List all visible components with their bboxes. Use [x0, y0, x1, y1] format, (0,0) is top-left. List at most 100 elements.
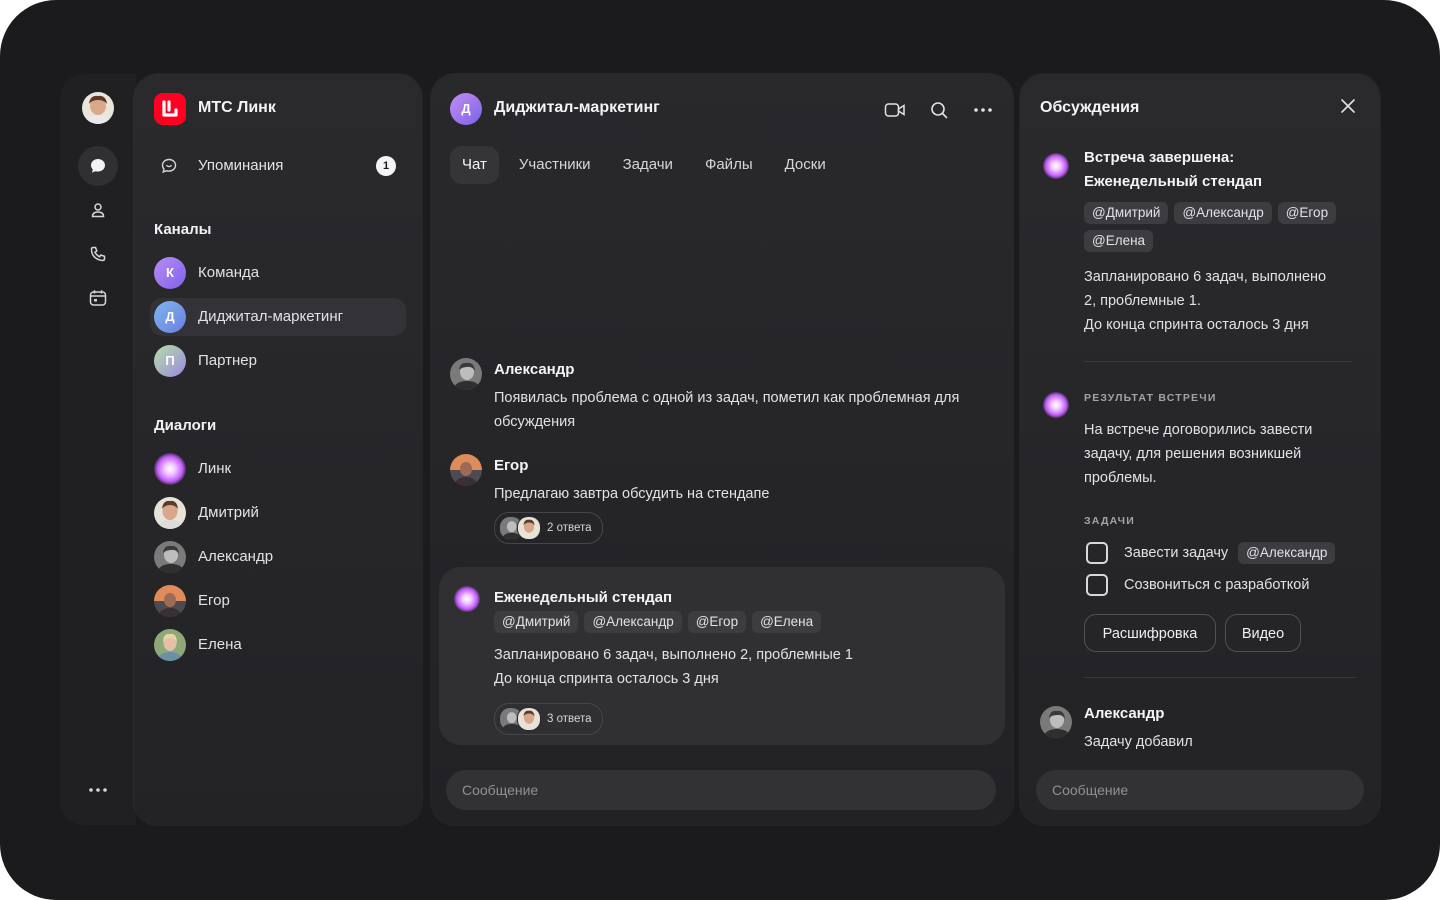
chat-header-actions — [883, 98, 995, 122]
thread-replies-button[interactable]: 3 ответа — [494, 703, 603, 735]
dialog-item-dmitry[interactable]: Дмитрий — [150, 494, 406, 532]
mention-tag[interactable]: @Дмитрий — [1084, 202, 1169, 224]
meeting-line-1: Запланировано 6 задач, выполнено 2, проб… — [494, 647, 853, 663]
more-horizontal-icon — [89, 788, 107, 792]
calendar-nav-button[interactable] — [78, 278, 118, 318]
chat-title: Диджитал-маркетинг — [494, 99, 660, 116]
app-window: МТС Линк Упоминания 1 Каналы К Команда Д… — [0, 0, 1440, 900]
calls-nav-button[interactable] — [78, 234, 118, 274]
channel-item-digital-marketing[interactable]: Д Диджитал-маркетинг — [150, 298, 406, 336]
dialog-item-alexander[interactable]: Александр — [150, 538, 406, 576]
reply-text: Задачу добавил — [1084, 734, 1193, 750]
tab-files[interactable]: Файлы — [693, 146, 765, 184]
result-line-2: задачу, для решения возникшей — [1084, 446, 1302, 462]
phone-icon — [90, 246, 106, 262]
meeting-summary-card[interactable]: Еженедельный стендап @Дмитрий @Александр… — [439, 567, 1005, 745]
mention-tag[interactable]: @Егор — [1277, 202, 1337, 224]
close-icon[interactable] — [1340, 98, 1356, 119]
channels-section-title: Каналы — [154, 221, 212, 238]
summary-line-1: Запланировано 6 задач, выполнено — [1084, 269, 1327, 285]
mentions-item[interactable]: Упоминания 1 — [150, 148, 406, 184]
task-item[interactable]: Завести задачу @Александр — [1084, 540, 1336, 566]
person-icon — [91, 203, 105, 218]
mts-logo-icon — [154, 93, 186, 125]
message-author: Александр — [494, 361, 575, 378]
chat-panel: Д Диджитал-маркетинг Чат Участники Задач… — [431, 74, 1013, 825]
mentions-count-badge: 1 — [376, 156, 396, 176]
avatar — [154, 541, 186, 573]
chat-bubble-icon — [91, 159, 105, 173]
summary-title-line-1: Встреча завершена: — [1084, 149, 1235, 166]
channel-avatar: Д — [154, 301, 186, 333]
mention-tag[interactable]: @Александр — [1238, 542, 1336, 564]
tab-chat[interactable]: Чат — [450, 146, 499, 184]
mention-tag[interactable]: @Егор — [687, 611, 747, 633]
replies-count: 3 ответа — [547, 713, 592, 725]
dialog-label: Дмитрий — [198, 504, 259, 521]
thread-replies-button[interactable]: 2 ответа — [494, 512, 603, 544]
channel-avatar: П — [154, 345, 186, 377]
link-orb-icon — [454, 586, 480, 612]
avatar — [154, 497, 186, 529]
app-name: МТС Линк — [198, 99, 276, 116]
result-line-1: На встрече договорились завести — [1084, 422, 1313, 438]
mentions-label: Упоминания — [198, 157, 284, 174]
more-horizontal-icon[interactable] — [971, 98, 995, 122]
link-orb-icon — [1043, 392, 1069, 418]
reply-avatars — [499, 707, 541, 731]
mention-tag[interactable]: @Елена — [752, 611, 822, 633]
task-label: Созвониться с разработкой — [1124, 577, 1310, 593]
user-avatar[interactable] — [82, 92, 114, 129]
task-checkbox[interactable] — [1086, 574, 1108, 596]
summary-participants: @Дмитрий @Александр @Егор @Елена — [1084, 202, 1364, 252]
chat-avatar: Д — [450, 93, 482, 125]
message-text: Появилась проблема с одной из задач, пом… — [494, 390, 960, 430]
discussions-title: Обсуждения — [1040, 99, 1140, 116]
dialog-label: Александр — [198, 548, 274, 565]
summary-line-3: До конца спринта осталось 3 дня — [1084, 317, 1309, 333]
meeting-line-2: До конца спринта осталось 3 дня — [494, 671, 719, 687]
search-icon[interactable] — [927, 98, 951, 122]
dialogs-section-title: Диалоги — [154, 417, 217, 434]
channel-avatar: К — [154, 257, 186, 289]
tab-members[interactable]: Участники — [507, 146, 603, 184]
task-checkbox[interactable] — [1086, 542, 1108, 564]
tab-tasks[interactable]: Задачи — [611, 146, 685, 184]
contacts-nav-button[interactable] — [78, 190, 118, 230]
channel-label: Партнер — [198, 352, 257, 369]
mention-bubble-icon — [160, 157, 178, 180]
video-call-icon[interactable] — [883, 98, 907, 122]
more-nav-button[interactable] — [78, 770, 118, 810]
mention-tag[interactable]: @Дмитрий — [494, 611, 579, 633]
dialog-label: Егор — [198, 592, 230, 609]
tab-boards[interactable]: Доски — [773, 146, 838, 184]
channel-item-team[interactable]: К Команда — [150, 254, 406, 292]
avatar — [450, 358, 482, 390]
dialog-item-egor[interactable]: Егор — [150, 582, 406, 620]
reply-author: Александр — [1084, 705, 1165, 722]
discussion-message-input[interactable]: Сообщение — [1036, 770, 1364, 810]
summary-line-2: 2, проблемные 1. — [1084, 293, 1201, 309]
video-button[interactable]: Видео — [1225, 614, 1301, 652]
dialog-item-elena[interactable]: Елена — [150, 626, 406, 664]
mention-tag[interactable]: @Елена — [1084, 230, 1154, 252]
chats-nav-button[interactable] — [78, 146, 118, 186]
mention-tag[interactable]: @Александр — [584, 611, 682, 633]
task-label: Завести задачу — [1124, 545, 1229, 561]
channel-item-partner[interactable]: П Партнер — [150, 342, 406, 380]
result-caption: РЕЗУЛЬТАТ ВСТРЕЧИ — [1084, 392, 1217, 404]
transcript-button[interactable]: Расшифровка — [1084, 614, 1216, 652]
channels-panel: МТС Линк Упоминания 1 Каналы К Команда Д… — [134, 74, 422, 825]
avatar — [1040, 706, 1072, 738]
calendar-icon — [89, 290, 107, 306]
channel-label: Диджитал-маркетинг — [198, 308, 344, 325]
chat-tabs: Чат Участники Задачи Файлы Доски — [450, 146, 846, 184]
result-line-3: проблемы. — [1084, 470, 1157, 486]
channel-label: Команда — [198, 264, 260, 281]
icon-rail — [60, 74, 136, 825]
task-item[interactable]: Созвониться с разработкой — [1084, 572, 1319, 598]
chat-message-input[interactable]: Сообщение — [446, 770, 996, 810]
dialog-item-link[interactable]: Линк — [150, 450, 406, 488]
message-author: Егор — [494, 457, 529, 474]
mention-tag[interactable]: @Александр — [1174, 202, 1272, 224]
